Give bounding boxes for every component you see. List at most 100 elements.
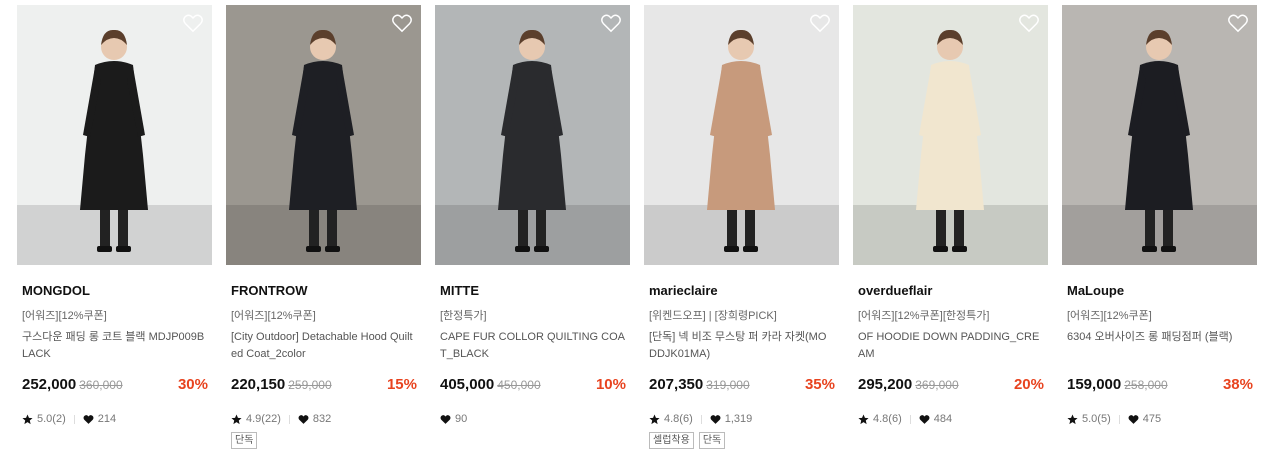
product-image[interactable] — [853, 5, 1048, 265]
divider — [73, 414, 75, 424]
sale-price: 207,350 — [649, 376, 704, 393]
product-image[interactable] — [1062, 5, 1257, 265]
rating: 4.9(22) — [231, 413, 281, 425]
promo-tags: [어워즈][12%쿠폰] — [1067, 310, 1152, 322]
product-card-3[interactable]: MITTE [한정특가] CAPE FUR COLLOR QUILTING CO… — [435, 5, 630, 449]
product-image[interactable] — [435, 5, 630, 265]
likes: 1,319 — [710, 413, 752, 425]
review-meta: 90 — [440, 412, 630, 426]
review-meta: 4.9(22) 832 — [231, 412, 421, 426]
brand-name[interactable]: marieclaire — [649, 283, 839, 299]
discount-rate: 30% — [177, 376, 208, 393]
likes: 484 — [919, 413, 952, 425]
product-card-4[interactable]: marieclaire [위켄드오프] | [장희령PICK] [단독] 넥 비… — [644, 5, 839, 449]
discount-rate: 20% — [1013, 376, 1044, 393]
star-icon — [858, 414, 869, 425]
divider — [1118, 414, 1120, 424]
product-badge: 단독 — [698, 432, 726, 449]
brand-name[interactable]: MITTE — [440, 283, 630, 299]
rating: 5.0(2) — [22, 413, 66, 425]
review-meta: 4.8(6) 1,319 — [649, 412, 839, 426]
discount-rate: 15% — [386, 376, 417, 393]
price-row: 220,150 259,000 15% — [231, 376, 417, 396]
sale-price: 159,000 — [1067, 376, 1122, 393]
heart-icon — [1128, 414, 1139, 425]
review-meta: 4.8(6) 484 — [858, 412, 1048, 426]
promo-tags: [어워즈][12%쿠폰] — [231, 310, 316, 322]
likes: 475 — [1128, 413, 1161, 425]
price-row: 252,000 360,000 30% — [22, 376, 208, 396]
price-row: 207,350 319,000 35% — [649, 376, 835, 396]
original-price: 450,000 — [497, 378, 541, 392]
discount-rate: 38% — [1222, 376, 1253, 393]
product-card-6[interactable]: MaLoupe [어워즈][12%쿠폰] 6304 오버사이즈 롱 패딩점퍼 (… — [1062, 5, 1257, 449]
promo-tags: [어워즈][12%쿠폰][한정특가] — [858, 310, 990, 322]
wishlist-heart-icon[interactable] — [1018, 13, 1040, 33]
product-photo — [1062, 5, 1257, 265]
likes: 832 — [298, 413, 331, 425]
likes: 214 — [83, 413, 116, 425]
product-name[interactable]: [City Outdoor] Detachable Hood Quilted C… — [231, 329, 416, 363]
product-image[interactable] — [226, 5, 421, 265]
star-icon — [22, 414, 33, 425]
product-name[interactable]: 6304 오버사이즈 롱 패딩점퍼 (블랙) — [1067, 329, 1252, 363]
badge-list: 셀럽착용 단독 — [649, 432, 839, 449]
price-row: 159,000 258,000 38% — [1067, 376, 1253, 396]
review-meta: 5.0(2) 214 — [22, 412, 212, 426]
original-price: 319,000 — [706, 378, 750, 392]
sale-price: 295,200 — [858, 376, 913, 393]
product-card-1[interactable]: MONGDOL [어워즈][12%쿠폰] 구스다운 패딩 롱 코트 블랙 MDJ… — [17, 5, 212, 449]
product-photo — [435, 5, 630, 265]
brand-name[interactable]: overdueflair — [858, 283, 1048, 299]
rating: 4.8(6) — [649, 413, 693, 425]
heart-icon — [710, 414, 721, 425]
wishlist-heart-icon[interactable] — [391, 13, 413, 33]
product-name[interactable]: CAPE FUR COLLOR QUILTING COAT_BLACK — [440, 329, 625, 363]
divider — [700, 414, 702, 424]
star-icon — [1067, 414, 1078, 425]
product-name[interactable]: OF HOODIE DOWN PADDING_CREAM — [858, 329, 1043, 363]
wishlist-heart-icon[interactable] — [809, 13, 831, 33]
brand-name[interactable]: FRONTROW — [231, 283, 421, 299]
brand-name[interactable]: MaLoupe — [1067, 283, 1257, 299]
product-badge: 셀럽착용 — [649, 432, 694, 449]
original-price: 369,000 — [915, 378, 959, 392]
sale-price: 220,150 — [231, 376, 286, 393]
original-price: 258,000 — [1124, 378, 1168, 392]
heart-icon — [83, 414, 94, 425]
divider — [909, 414, 911, 424]
sale-price: 405,000 — [440, 376, 495, 393]
price-row: 295,200 369,000 20% — [858, 376, 1044, 396]
product-grid: MONGDOL [어워즈][12%쿠폰] 구스다운 패딩 롱 코트 블랙 MDJ… — [17, 5, 1257, 449]
product-photo — [17, 5, 212, 265]
promo-tags: [어워즈][12%쿠폰] — [22, 310, 107, 322]
product-name[interactable]: [단독] 넥 비조 무스탕 퍼 카라 자켓(MODDJK01MA) — [649, 329, 834, 363]
price-row: 405,000 450,000 10% — [440, 376, 626, 396]
likes: 90 — [440, 413, 467, 425]
star-icon — [649, 414, 660, 425]
heart-icon — [298, 414, 309, 425]
rating: 5.0(5) — [1067, 413, 1111, 425]
badge-list: 단독 — [231, 432, 421, 449]
rating: 4.8(6) — [858, 413, 902, 425]
product-image[interactable] — [17, 5, 212, 265]
product-card-5[interactable]: overdueflair [어워즈][12%쿠폰][한정특가] OF HOODI… — [853, 5, 1048, 449]
product-card-2[interactable]: FRONTROW [어워즈][12%쿠폰] [City Outdoor] Det… — [226, 5, 421, 449]
product-name[interactable]: 구스다운 패딩 롱 코트 블랙 MDJP009BLACK — [22, 329, 207, 363]
product-image[interactable] — [644, 5, 839, 265]
promo-tags: [한정특가] — [440, 310, 487, 322]
discount-rate: 10% — [595, 376, 626, 393]
review-meta: 5.0(5) 475 — [1067, 412, 1257, 426]
product-photo — [853, 5, 1048, 265]
wishlist-heart-icon[interactable] — [600, 13, 622, 33]
divider — [288, 414, 290, 424]
sale-price: 252,000 — [22, 376, 77, 393]
product-photo — [226, 5, 421, 265]
product-photo — [644, 5, 839, 265]
promo-tags: [위켄드오프] | [장희령PICK] — [649, 310, 777, 322]
wishlist-heart-icon[interactable] — [1227, 13, 1249, 33]
wishlist-heart-icon[interactable] — [182, 13, 204, 33]
original-price: 259,000 — [288, 378, 332, 392]
original-price: 360,000 — [79, 378, 123, 392]
brand-name[interactable]: MONGDOL — [22, 283, 212, 299]
